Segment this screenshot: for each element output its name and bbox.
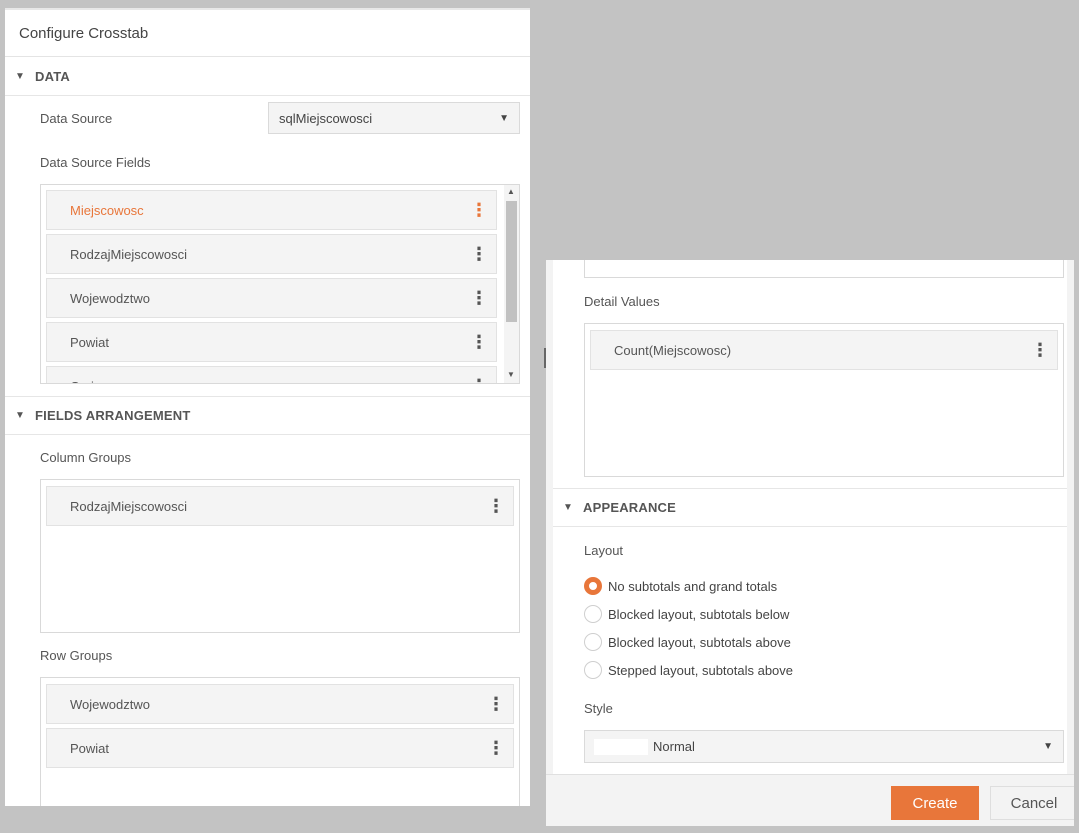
layout-label: Layout	[584, 543, 624, 558]
scroll-up-icon[interactable]: ▲	[507, 187, 515, 196]
data-source-value: sqlMiejscowosci	[279, 110, 373, 126]
field-item-label: Gmina	[70, 379, 108, 384]
data-section-header[interactable]: ▼ DATA	[5, 57, 530, 96]
field-item-label: RodzajMiejscowosci	[70, 498, 188, 514]
field-item-label: Wojewodztwo	[70, 290, 150, 306]
chevron-down-icon: ▼	[499, 112, 509, 124]
field-item[interactable]: Count(Miejscowosc) ⋮	[590, 330, 1058, 370]
more-options-icon[interactable]: ⋮	[487, 695, 505, 713]
field-item[interactable]: Wojewodztwo ⋮	[46, 684, 514, 724]
fields-arrangement-title: FIELDS ARRANGEMENT	[35, 408, 191, 423]
layout-radio-group: No subtotals and grand totals Blocked lay…	[584, 572, 1054, 684]
more-options-icon[interactable]: ⋮	[487, 739, 505, 757]
row-groups-label: Row Groups	[40, 648, 113, 663]
layout-option-label: Blocked layout, subtotals above	[608, 634, 791, 650]
crosstab-settings-panel: Detail Values Count(Miejscowosc) ⋮ ▼ APPE…	[546, 260, 1074, 826]
collapse-triangle-icon: ▼	[15, 70, 26, 82]
field-item[interactable]: Powiat ⋮	[46, 322, 497, 362]
field-item-label: Powiat	[70, 334, 110, 350]
cancel-button[interactable]: Cancel	[990, 786, 1074, 820]
field-item-label: Wojewodztwo	[70, 696, 150, 712]
appearance-title: APPEARANCE	[583, 500, 677, 515]
data-source-label: Data Source	[40, 111, 113, 126]
radio-button[interactable]	[584, 661, 602, 679]
layout-option[interactable]: Blocked layout, subtotals above	[584, 628, 1054, 656]
radio-button[interactable]	[584, 577, 602, 595]
layout-option-label: Stepped layout, subtotals above	[608, 662, 794, 678]
field-item[interactable]: RodzajMiejscowosci ⋮	[46, 234, 497, 274]
more-options-icon[interactable]: ⋮	[470, 245, 488, 263]
column-groups-label: Column Groups	[40, 450, 132, 465]
field-item-label: Powiat	[70, 740, 110, 756]
more-options-icon[interactable]: ⋮	[470, 377, 488, 383]
appearance-header[interactable]: ▼ APPEARANCE	[553, 488, 1067, 527]
previous-list-box	[584, 260, 1064, 278]
data-source-fields-label: Data Source Fields	[40, 155, 151, 170]
style-label: Style	[584, 701, 613, 716]
collapse-triangle-icon: ▼	[15, 410, 26, 421]
column-groups-list: RodzajMiejscowosci ⋮	[40, 479, 520, 633]
collapse-triangle-icon: ▼	[563, 502, 574, 513]
radio-button[interactable]	[584, 605, 602, 623]
layout-option-label: No subtotals and grand totals	[608, 578, 778, 594]
detail-values-label: Detail Values	[584, 294, 660, 309]
radio-button[interactable]	[584, 633, 602, 651]
field-item-label: Miejscowosc	[70, 202, 144, 218]
more-options-icon[interactable]: ⋮	[1031, 341, 1049, 359]
field-item[interactable]: RodzajMiejscowosci ⋮	[46, 486, 514, 526]
layout-option-label: Blocked layout, subtotals below	[608, 606, 790, 622]
layout-option[interactable]: No subtotals and grand totals	[584, 572, 1054, 600]
field-item-label: Count(Miejscowosc)	[614, 342, 732, 358]
style-select[interactable]: Normal ▼	[584, 730, 1064, 763]
style-value: Normal	[653, 739, 695, 754]
detail-values-list: Count(Miejscowosc) ⋮	[584, 323, 1064, 477]
scrollbar[interactable]: ▲ ▼	[504, 185, 519, 383]
scrollbar-thumb[interactable]	[506, 201, 517, 322]
configure-crosstab-panel: Configure Crosstab ▼ DATA Data Source sq…	[5, 8, 530, 806]
data-source-fields-list: Miejscowosc ⋮ RodzajMiejscowosci ⋮ Wojewodzt…	[40, 184, 520, 384]
field-item-label: RodzajMiejscowosci	[70, 246, 188, 262]
style-preview-swatch	[594, 738, 648, 755]
more-options-icon[interactable]: ⋮	[487, 497, 505, 515]
data-section-title: DATA	[35, 68, 70, 84]
footer-divider	[546, 774, 1074, 775]
layout-option[interactable]: Blocked layout, subtotals below	[584, 600, 1054, 628]
field-item[interactable]: Gmina ⋮	[46, 366, 497, 384]
data-source-select[interactable]: sqlMiejscowosci ▼	[268, 102, 520, 134]
field-item[interactable]: Wojewodztwo ⋮	[46, 278, 497, 318]
appearance-area: ▼ APPEARANCE Layout No subtotals and gra…	[553, 488, 1067, 774]
dialog-title: Configure Crosstab	[5, 10, 530, 57]
scroll-down-icon[interactable]: ▼	[507, 370, 515, 379]
more-options-icon[interactable]: ⋮	[470, 289, 488, 307]
chevron-down-icon: ▼	[1043, 741, 1053, 752]
field-item[interactable]: Miejscowosc ⋮	[46, 190, 497, 230]
more-options-icon[interactable]: ⋮	[470, 333, 488, 351]
more-options-icon[interactable]: ⋮	[470, 201, 488, 219]
field-item[interactable]: Powiat ⋮	[46, 728, 514, 768]
fields-arrangement-header[interactable]: ▼ FIELDS ARRANGEMENT	[5, 396, 530, 435]
row-groups-list: Wojewodztwo ⋮ Powiat ⋮	[40, 677, 520, 806]
layout-option[interactable]: Stepped layout, subtotals above	[584, 656, 1054, 684]
create-button[interactable]: Create	[891, 786, 979, 820]
detail-values-area: Detail Values Count(Miejscowosc) ⋮	[553, 260, 1067, 488]
